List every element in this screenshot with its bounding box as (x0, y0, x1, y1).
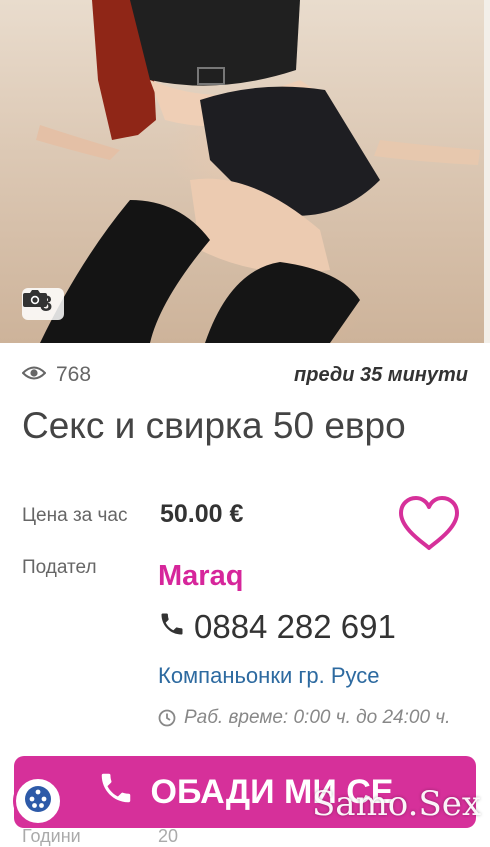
eye-icon (21, 363, 47, 387)
age-value-cutoff: 20 (158, 826, 179, 846)
floating-menu-button[interactable] (13, 776, 63, 826)
listing-photo[interactable]: 3 (0, 0, 490, 343)
views-counter: 768 (21, 363, 92, 387)
seller-name-link[interactable]: Maraq (158, 560, 243, 593)
price-label: Цена за час (22, 505, 128, 526)
price-value: 50.00 € (160, 500, 244, 528)
phone-icon (158, 608, 186, 646)
photo-illustration (36, 0, 480, 343)
watermark: Samo.Sex (312, 784, 482, 824)
seller-label: Подател (22, 557, 97, 578)
views-count: 768 (56, 363, 92, 386)
phone-number[interactable]: 0884 282 691 (158, 608, 396, 646)
phone-icon (97, 769, 135, 816)
heart-icon[interactable] (397, 495, 461, 551)
photo-count-badge[interactable]: 3 (22, 288, 65, 320)
age-label-cutoff: Години (22, 826, 81, 846)
phone-value: 0884 282 691 (194, 608, 396, 645)
working-hours: Раб. време: 0:00 ч. до 24:00 ч. (158, 703, 458, 737)
listing-title: Секс и свирка 50 евро (22, 405, 406, 446)
working-hours-text: Раб. време: 0:00 ч. до 24:00 ч. (184, 707, 451, 728)
photo-edge (484, 0, 490, 343)
dots-icon (22, 783, 54, 820)
meta-row: 768 преди 35 минути (21, 360, 468, 390)
posted-time: преди 35 минути (294, 363, 468, 386)
clock-icon (158, 703, 176, 737)
category-link[interactable]: Компаньонки гр. Русе (158, 663, 380, 689)
